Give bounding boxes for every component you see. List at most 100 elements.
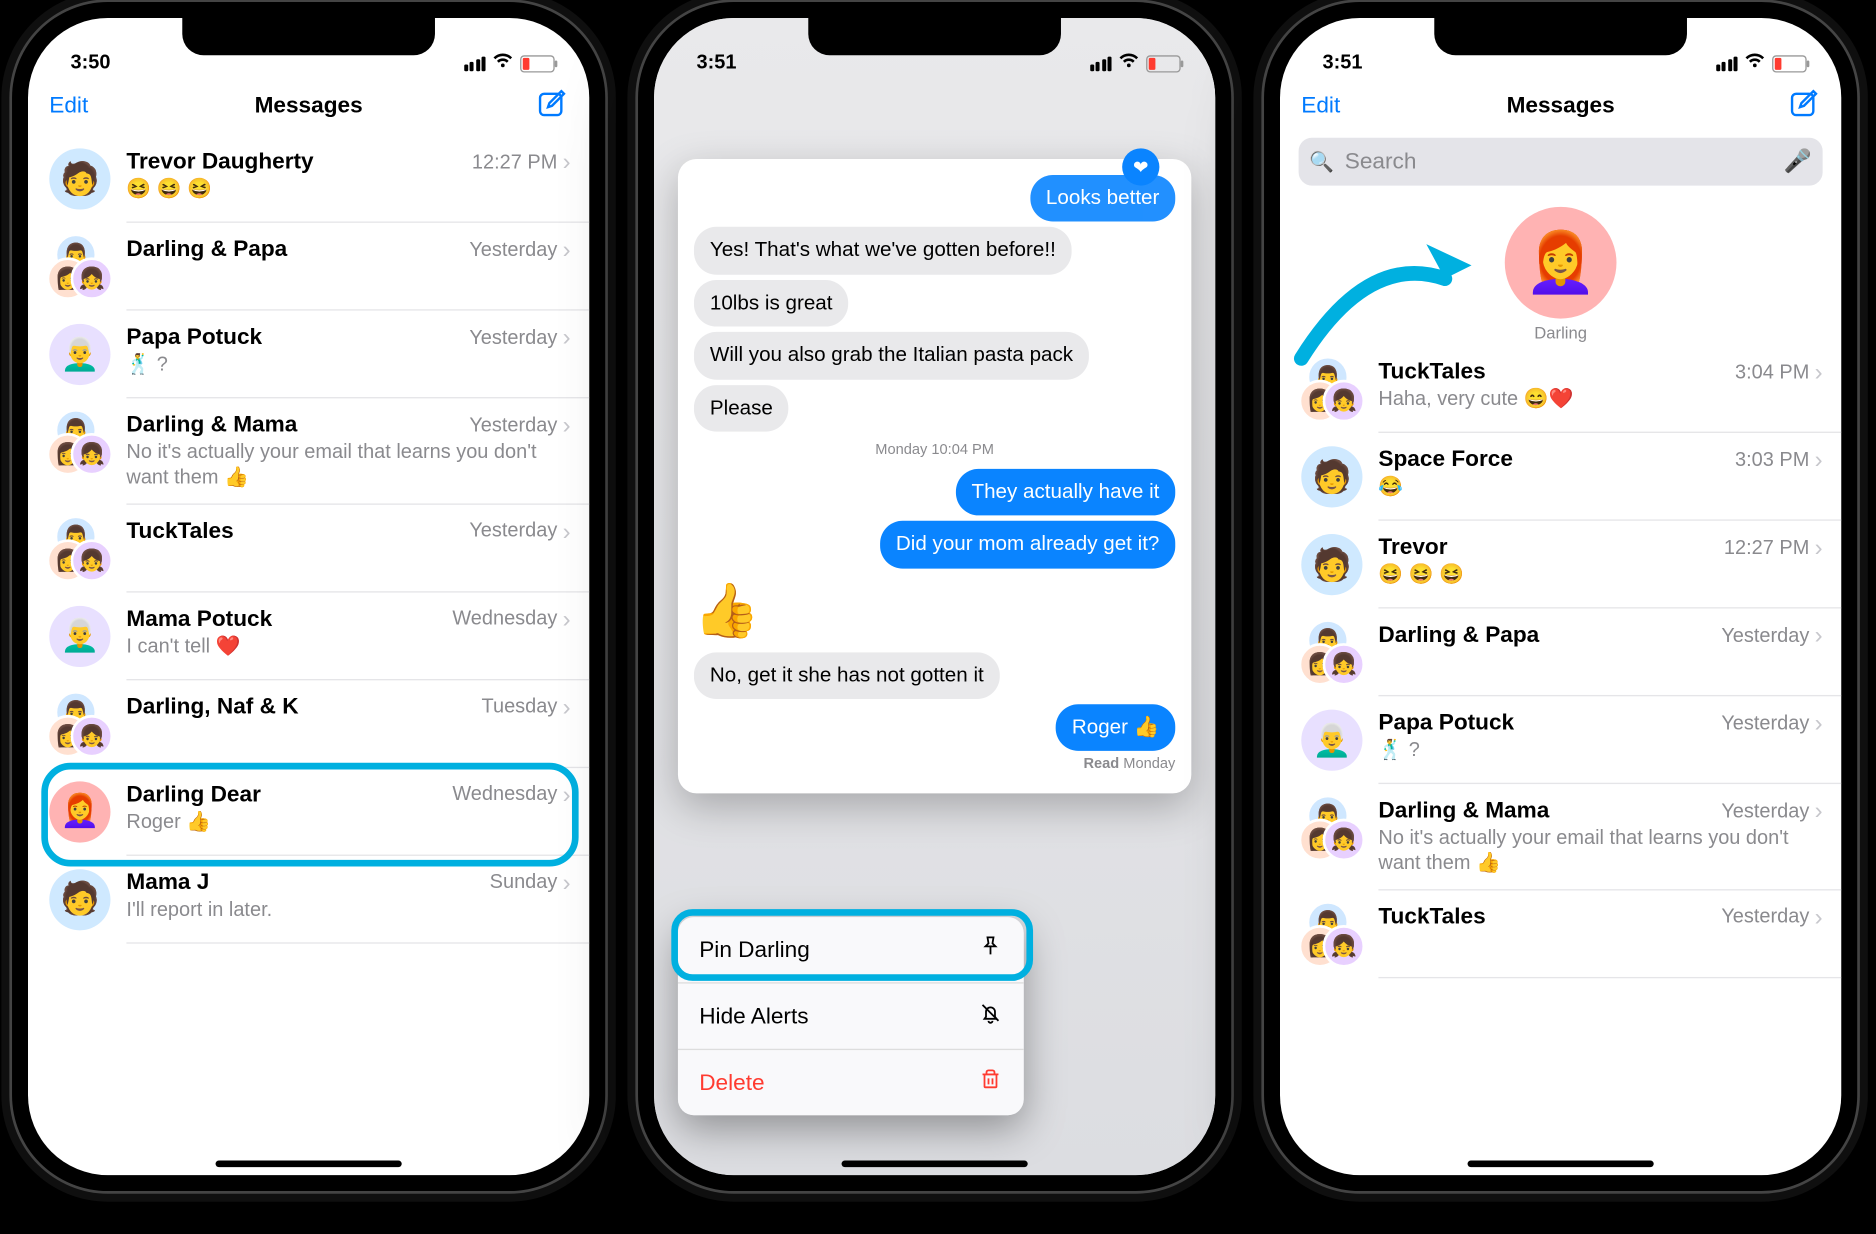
avatar: 👨‍🦳 xyxy=(1301,710,1362,771)
cell-signal-icon xyxy=(1716,57,1738,72)
battery-low-icon xyxy=(1146,55,1181,72)
conversation-time: Tuesday xyxy=(482,695,558,718)
emoji-reaction: 👍 xyxy=(694,571,760,649)
conversation-row[interactable]: 👨👩👧 Darling & Papa Yesterday › xyxy=(28,223,589,311)
conversation-row[interactable]: 👨‍🦳 Papa Potuck Yesterday › 🕺 ? xyxy=(1280,696,1841,784)
menu-delete[interactable]: Delete xyxy=(678,1049,1024,1116)
chevron-right-icon: › xyxy=(563,607,571,631)
page-title: Messages xyxy=(129,92,488,119)
conversation-list[interactable]: 👨👩👧 TuckTales 3:04 PM › Haha, very cute … xyxy=(1280,345,1841,977)
conversation-time: Yesterday xyxy=(469,519,557,542)
conversation-row[interactable]: 🧑 Mama J Sunday › I'll report in later. xyxy=(28,855,589,943)
conversation-name: Darling Dear xyxy=(126,781,260,808)
chevron-right-icon: › xyxy=(563,870,571,894)
group-avatar: 👨👩👧 xyxy=(1301,622,1362,683)
conversation-name: TuckTales xyxy=(126,517,233,544)
conversation-row[interactable]: 🧑 Trevor Daugherty 12:27 PM › 😆 😆 😆 xyxy=(28,135,589,223)
conversation-row[interactable]: 👩‍🦰 Darling Dear Wednesday › Roger 👍 xyxy=(28,767,589,855)
conversation-name: Darling & Mama xyxy=(126,412,297,439)
conversation-preview: No it's actually your email that learns … xyxy=(126,441,570,491)
conversation-name: Papa Potuck xyxy=(126,324,262,351)
search-input[interactable] xyxy=(1342,147,1784,176)
conversation-time: 12:27 PM xyxy=(1724,536,1809,559)
cell-signal-icon xyxy=(1090,57,1112,72)
group-avatar: 👨👩👧 xyxy=(49,412,110,473)
chevron-right-icon: › xyxy=(1815,904,1823,928)
wifi-icon xyxy=(1744,53,1765,73)
compose-button[interactable] xyxy=(1740,86,1820,125)
chevron-right-icon: › xyxy=(1815,623,1823,647)
group-avatar: 👨👩👧 xyxy=(1301,903,1362,964)
chevron-right-icon: › xyxy=(1815,448,1823,472)
conversation-row[interactable]: 🧑 Trevor 12:27 PM › 😆 😆 😆 xyxy=(1280,521,1841,609)
read-receipt: Read Monday xyxy=(694,754,1175,773)
home-indicator[interactable] xyxy=(842,1160,1028,1167)
compose-button[interactable] xyxy=(488,86,568,125)
conversation-list[interactable]: 🧑 Trevor Daugherty 12:27 PM › 😆 😆 😆 👨👩👧 … xyxy=(28,135,589,943)
conversation-row[interactable]: 👨‍🦳 Mama Potuck Wednesday › I can't tell… xyxy=(28,592,589,680)
conversation-row[interactable]: 👨👩👧 TuckTales Yesterday › xyxy=(1280,890,1841,978)
conversation-row[interactable]: 👨👩👧 Darling & Papa Yesterday › xyxy=(1280,609,1841,697)
battery-low-icon xyxy=(520,55,555,72)
search-icon: 🔍 xyxy=(1309,150,1334,174)
avatar: 🧑 xyxy=(49,869,110,930)
clock: 3:51 xyxy=(1323,51,1363,74)
received-bubble: Please xyxy=(694,384,789,431)
conversation-time: 3:04 PM xyxy=(1735,360,1809,383)
conversation-row[interactable]: 👨👩👧 Darling & Mama Yesterday › No it's a… xyxy=(1280,784,1841,890)
menu-bell-slash[interactable]: Hide Alerts xyxy=(678,982,1024,1048)
message-timestamp: Monday 10:04 PM xyxy=(694,434,1175,466)
clock: 3:51 xyxy=(697,51,737,74)
conversation-time: Yesterday xyxy=(469,326,557,349)
pinned-avatar[interactable]: 👩‍🦰 xyxy=(1505,207,1617,319)
conversation-preview-card[interactable]: ❤ Looks better Yes! That's what we've go… xyxy=(678,159,1191,794)
sent-bubble: Roger 👍 xyxy=(1056,704,1175,751)
conversation-row[interactable]: 👨👩👧 Darling, Naf & K Tuesday › xyxy=(28,680,589,768)
search-bar[interactable]: 🔍 🎤 xyxy=(1299,138,1823,186)
nav-bar: Edit Messages xyxy=(1280,77,1841,136)
pinned-conversations: 👩‍🦰 Darling xyxy=(1280,199,1841,345)
received-bubble: Will you also grab the Italian pasta pac… xyxy=(694,332,1089,379)
edit-button[interactable]: Edit xyxy=(1301,92,1381,119)
bell-slash-icon xyxy=(979,1001,1003,1032)
conversation-preview: I can't tell ❤️ xyxy=(126,634,570,659)
sent-bubble: Did your mom already get it? xyxy=(880,521,1175,568)
conversation-row[interactable]: 👨👩👧 TuckTales Yesterday › xyxy=(28,504,589,592)
pin-icon xyxy=(979,934,1003,965)
chevron-right-icon: › xyxy=(563,694,571,718)
avatar: 👨‍🦳 xyxy=(49,324,110,385)
pinned-label: Darling xyxy=(1534,324,1587,343)
chevron-right-icon: › xyxy=(1815,711,1823,735)
edit-button[interactable]: Edit xyxy=(49,92,129,119)
avatar: 👨‍🦳 xyxy=(49,605,110,666)
battery-low-icon xyxy=(1772,55,1807,72)
conversation-row[interactable]: 🧑 Space Force 3:03 PM › 😂 xyxy=(1280,433,1841,521)
group-avatar: 👨👩👧 xyxy=(49,517,110,578)
conversation-time: Yesterday xyxy=(469,414,557,437)
menu-pin[interactable]: Pin Darling xyxy=(678,917,1024,982)
conversation-preview: No it's actually your email that learns … xyxy=(1378,827,1822,877)
conversation-name: Darling & Papa xyxy=(1378,622,1539,649)
group-avatar: 👨👩👧 xyxy=(49,236,110,297)
conversation-time: Yesterday xyxy=(1721,799,1809,822)
chevron-right-icon: › xyxy=(563,413,571,437)
phone-2-context-preview: 3:51 ❤ Looks better Yes! That's what we'… xyxy=(654,18,1215,1175)
chevron-right-icon: › xyxy=(563,150,571,174)
conversation-preview: 😂 xyxy=(1378,476,1822,501)
dictation-icon[interactable]: 🎤 xyxy=(1784,148,1812,175)
conversation-name: Trevor Daugherty xyxy=(126,148,313,175)
conversation-time: Yesterday xyxy=(1721,712,1809,735)
conversation-time: Wednesday xyxy=(452,783,557,806)
home-indicator[interactable] xyxy=(1468,1160,1654,1167)
conversation-preview: 🕺 ? xyxy=(1378,739,1822,764)
conversation-row[interactable]: 👨‍🦳 Papa Potuck Yesterday › 🕺 ? xyxy=(28,311,589,399)
conversation-row[interactable]: 👨👩👧 Darling & Mama Yesterday › No it's a… xyxy=(28,398,589,504)
conversation-name: Mama J xyxy=(126,869,209,896)
conversation-name: Darling & Mama xyxy=(1378,797,1549,824)
home-indicator[interactable] xyxy=(216,1160,402,1167)
wifi-icon xyxy=(1118,53,1139,73)
menu-label: Hide Alerts xyxy=(699,1003,808,1030)
menu-label: Delete xyxy=(699,1069,764,1096)
conversation-name: Darling, Naf & K xyxy=(126,693,298,720)
annotation-arrow-icon xyxy=(1288,239,1488,392)
